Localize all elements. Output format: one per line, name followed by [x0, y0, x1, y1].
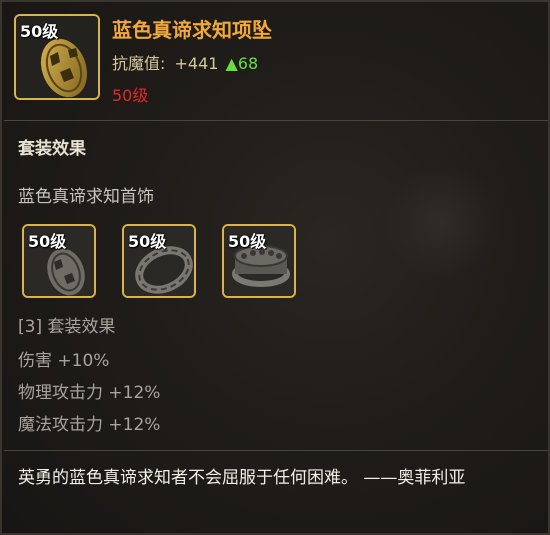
- background-emblem: [382, 162, 502, 282]
- set-bonus-header: [3] 套装效果: [18, 317, 116, 337]
- piece-level-badge: 50级: [28, 232, 67, 251]
- set-bonus-line: 魔法攻击力 +12%: [18, 415, 161, 435]
- piece-level-badge: 50级: [228, 232, 267, 251]
- item-header: 50级 蓝色真谛求知项坠 抗魔值: +441 ▲68 50级: [2, 2, 548, 114]
- stat-increase: ▲68: [225, 54, 259, 73]
- set-piece-ring[interactable]: 50级: [222, 224, 296, 298]
- flavor-text: 英勇的蓝色真谛求知者不会屈服于任何困难。 ——奥菲利亚: [18, 468, 466, 488]
- item-level-badge: 50级: [20, 22, 59, 41]
- set-piece-pendant[interactable]: 50级: [22, 224, 96, 298]
- set-effect-title: 套装效果: [18, 139, 86, 159]
- stat-label: 抗魔值:: [112, 54, 166, 73]
- set-bonus-line: 伤害 +10%: [18, 351, 110, 371]
- piece-level-badge: 50级: [128, 232, 167, 251]
- item-name: 蓝色真谛求知项坠: [112, 18, 272, 42]
- set-name: 蓝色真谛求知首饰: [18, 187, 154, 207]
- item-icon-slot[interactable]: 50级: [14, 14, 100, 100]
- set-bonus-line: 物理攻击力 +12%: [18, 383, 161, 403]
- magic-resist-stat: 抗魔值: +441 ▲68: [112, 50, 258, 74]
- divider: [4, 450, 548, 451]
- set-piece-bracelet[interactable]: 50级: [122, 224, 196, 298]
- required-level: 50级: [112, 86, 149, 105]
- item-tooltip: 50级 蓝色真谛求知项坠 抗魔值: +441 ▲68 50级 套装效果 蓝色真谛…: [0, 0, 550, 535]
- stat-value: +441: [174, 54, 219, 73]
- divider: [4, 120, 548, 121]
